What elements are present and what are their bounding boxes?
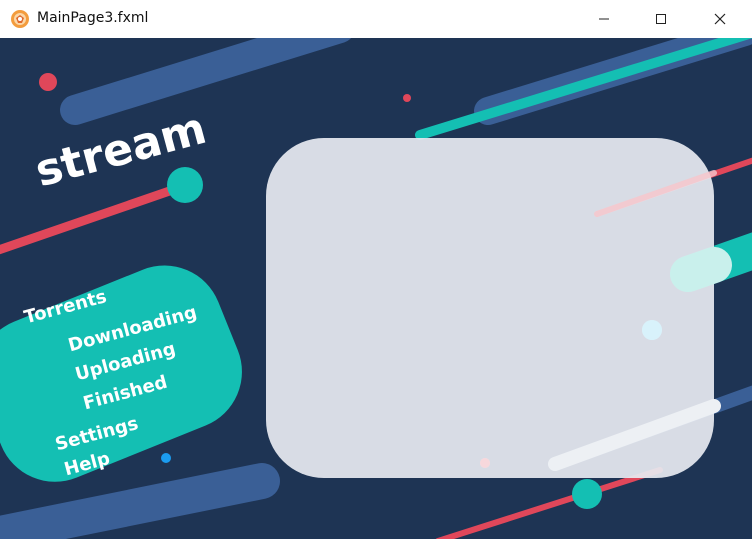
dot-teal — [167, 167, 203, 203]
stripe-red-left — [0, 181, 189, 255]
stripe-teal-top — [415, 38, 752, 140]
menu-card — [0, 265, 242, 482]
maximize-button[interactable] — [638, 0, 684, 38]
stripe-red-bottom — [435, 467, 663, 539]
app-window: MainPage3.fxml stream Torrents Downloadi… — [0, 0, 752, 539]
maximize-icon — [655, 10, 667, 29]
dot-teal-bottom — [572, 479, 602, 509]
main-content: stream Torrents Downloading Uploading Fi… — [0, 38, 752, 539]
dot-red-large — [39, 73, 57, 91]
stripe-blue-bottom — [0, 463, 280, 539]
window-title: MainPage3.fxml — [37, 10, 149, 26]
app-icon — [10, 9, 30, 29]
title-bar[interactable]: MainPage3.fxml — [0, 0, 752, 39]
dot-red-small — [403, 94, 411, 102]
close-button[interactable] — [697, 0, 743, 38]
minimize-icon — [598, 10, 610, 29]
stripe-blue-top — [60, 38, 352, 125]
content-panel — [266, 138, 714, 478]
close-icon — [714, 10, 726, 29]
minimize-button[interactable] — [581, 0, 627, 38]
dot-blue-small — [161, 453, 171, 463]
